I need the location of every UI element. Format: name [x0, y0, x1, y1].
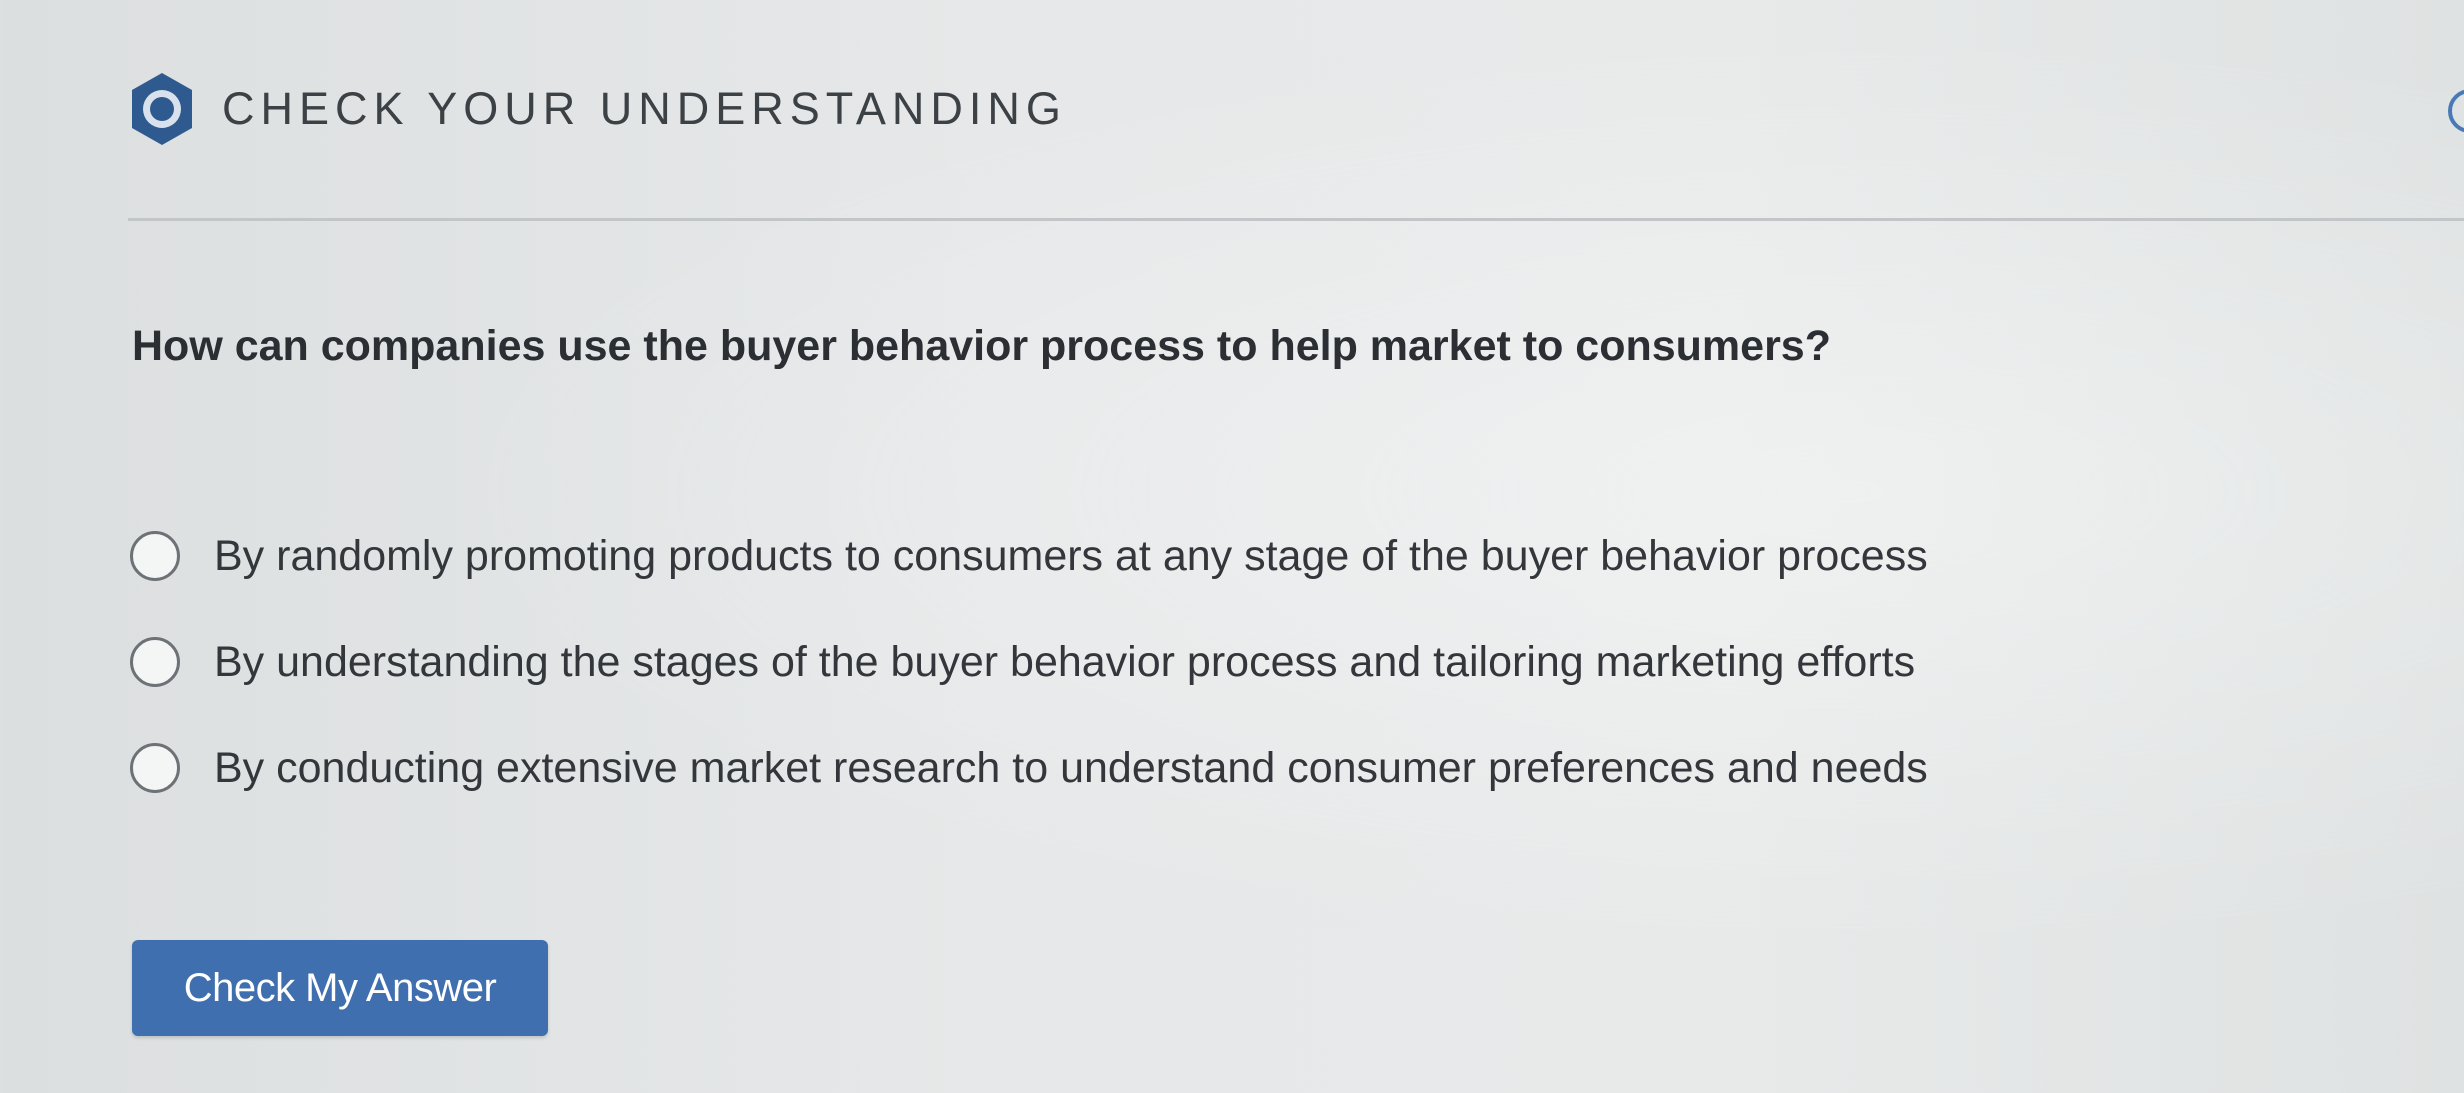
partial-circle-icon[interactable] — [2440, 84, 2464, 138]
radio-button[interactable] — [130, 637, 180, 687]
question-text: How can companies use the buyer behavior… — [132, 322, 1831, 370]
answer-option[interactable]: By randomly promoting products to consum… — [130, 520, 1928, 592]
header-divider — [128, 218, 2464, 221]
answer-option[interactable]: By conducting extensive market research … — [130, 732, 1928, 804]
hexagon-circle-icon — [132, 73, 192, 145]
radio-button[interactable] — [130, 743, 180, 793]
answer-option-label: By randomly promoting products to consum… — [214, 531, 1928, 580]
answer-option-label: By understanding the stages of the buyer… — [214, 637, 1916, 686]
check-answer-button[interactable]: Check My Answer — [132, 940, 548, 1036]
answer-option[interactable]: By understanding the stages of the buyer… — [130, 626, 1928, 698]
section-header: CHECK YOUR UNDERSTANDING — [128, 70, 1067, 148]
radio-button[interactable] — [130, 531, 180, 581]
section-title: CHECK YOUR UNDERSTANDING — [222, 83, 1067, 134]
answer-options: By randomly promoting products to consum… — [130, 520, 1928, 838]
answer-option-label: By conducting extensive market research … — [214, 743, 1928, 792]
